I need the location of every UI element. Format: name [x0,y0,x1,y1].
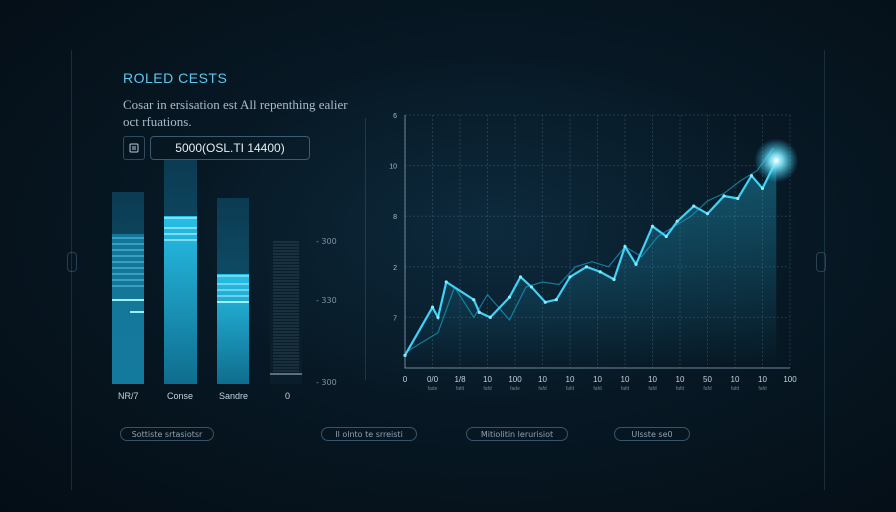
x-tick-label: 10 [731,375,740,384]
x-tick-label: 10 [621,375,630,384]
x-subtick-label: fafd [483,386,492,392]
series-1-point [529,285,534,289]
series-1-point [692,204,696,208]
x-subtick-label: fafd [456,386,465,392]
series-1-point [705,212,710,216]
series-1-point [507,295,512,299]
y-axis-ticks: 6 10 8 2 7 [389,113,397,322]
x-tick-label: 10 [648,375,657,384]
x-tick-label: 10 [676,375,685,384]
series-1-point [518,275,523,279]
bar-label-2: Conse [167,391,194,401]
series-1-point [760,186,765,190]
peak-glow [754,138,799,183]
x-tick-label: 10 [593,375,602,384]
y-tick-label: 7 [393,315,397,322]
section-divider [365,118,366,380]
legend-pill-2[interactable]: Il olnto te srreisti [321,427,417,441]
x-tick-label: 10 [538,375,547,384]
series-1-point [650,224,655,228]
series-1-point [634,262,638,266]
series-1-point [488,315,492,319]
x-tick-label: 10 [483,375,492,384]
bar-2-fill [164,216,197,384]
series-1-point [664,234,668,239]
bar-label-3: Sandre [219,391,249,401]
x-tick-label: 0 [403,375,408,384]
y-tick-label: 10 [389,164,397,171]
x-subtick-label: fafd [648,386,657,392]
x-tick-label: 1/8 [454,375,466,384]
series-1-point [444,280,448,284]
x-subtick-label: fafd [703,386,712,392]
series-1-point [623,244,627,249]
x-tick-label: 100 [783,375,797,384]
x-tick-label: 10 [566,375,575,384]
series-1-point [430,305,435,309]
left-frame-notch [67,252,77,272]
series-1-point [598,270,602,274]
series-1-point [436,315,440,319]
x-subtick-label: fafd [538,386,547,392]
x-subtick-label: fafd [566,386,575,392]
y-tick-label: 6 [393,113,397,120]
x-subtick-label: fade [510,386,520,392]
series-1-point [543,300,547,304]
legend-pill-3[interactable]: Mitiolitin lerurisiot [466,427,568,441]
legend-pill-1[interactable]: Sottiste srtasiotsr [120,427,214,441]
x-subtick-label: fafd [621,386,630,392]
x-subtick-label: fafd [593,386,602,392]
series-1-point [749,174,754,178]
gauge-label-top: - 300 [316,237,337,246]
x-tick-label: 0/0 [427,375,439,384]
panel-title: ROLED CESTS [123,70,228,86]
bar-group [112,160,302,384]
gauge-label-mid: - 330 [316,296,337,305]
series-area-fill [405,160,777,368]
series-1-point [568,275,572,279]
series-1-point [403,353,407,357]
bar-label-4: 0 [285,391,291,401]
x-subtick-label: fafd [731,386,740,392]
series-1-point [736,196,740,201]
series-1-point [584,265,589,269]
legend-pill-4[interactable]: Ulsste se0 [614,427,690,441]
series-1-point [472,298,476,302]
x-subtick-label: fade [428,386,438,392]
x-tick-label: 10 [758,375,767,384]
x-tick-label: 50 [703,375,712,384]
series-1-point [612,277,616,282]
gauge-bar [270,240,302,384]
series-1-point [722,194,726,198]
y-tick-label: 8 [393,214,397,221]
x-tick-label: 100 [508,375,522,384]
gauge-label-bottom: - 300 [316,378,337,387]
panel-subtitle: Cosar in ersisation est All repenthing e… [123,97,348,129]
right-frame-notch [816,252,826,272]
bar-label-1: NR/7 [118,391,139,401]
y-tick-label: 2 [393,265,397,272]
series-1-point [477,310,481,314]
series-1-point [675,219,679,223]
line-chart: 6 10 8 2 7 0 0/0 fade 1/8 fafd 10 fafd 100 fade 10 faf… [389,113,799,392]
series-1-point [554,298,558,302]
x-subtick-label: fafd [758,386,767,392]
x-axis-ticks: 0 0/0 fade 1/8 fafd 10 fafd 100 fade 10 fafd 10 fafd… [403,375,797,392]
x-subtick-label: fafd [676,386,685,392]
